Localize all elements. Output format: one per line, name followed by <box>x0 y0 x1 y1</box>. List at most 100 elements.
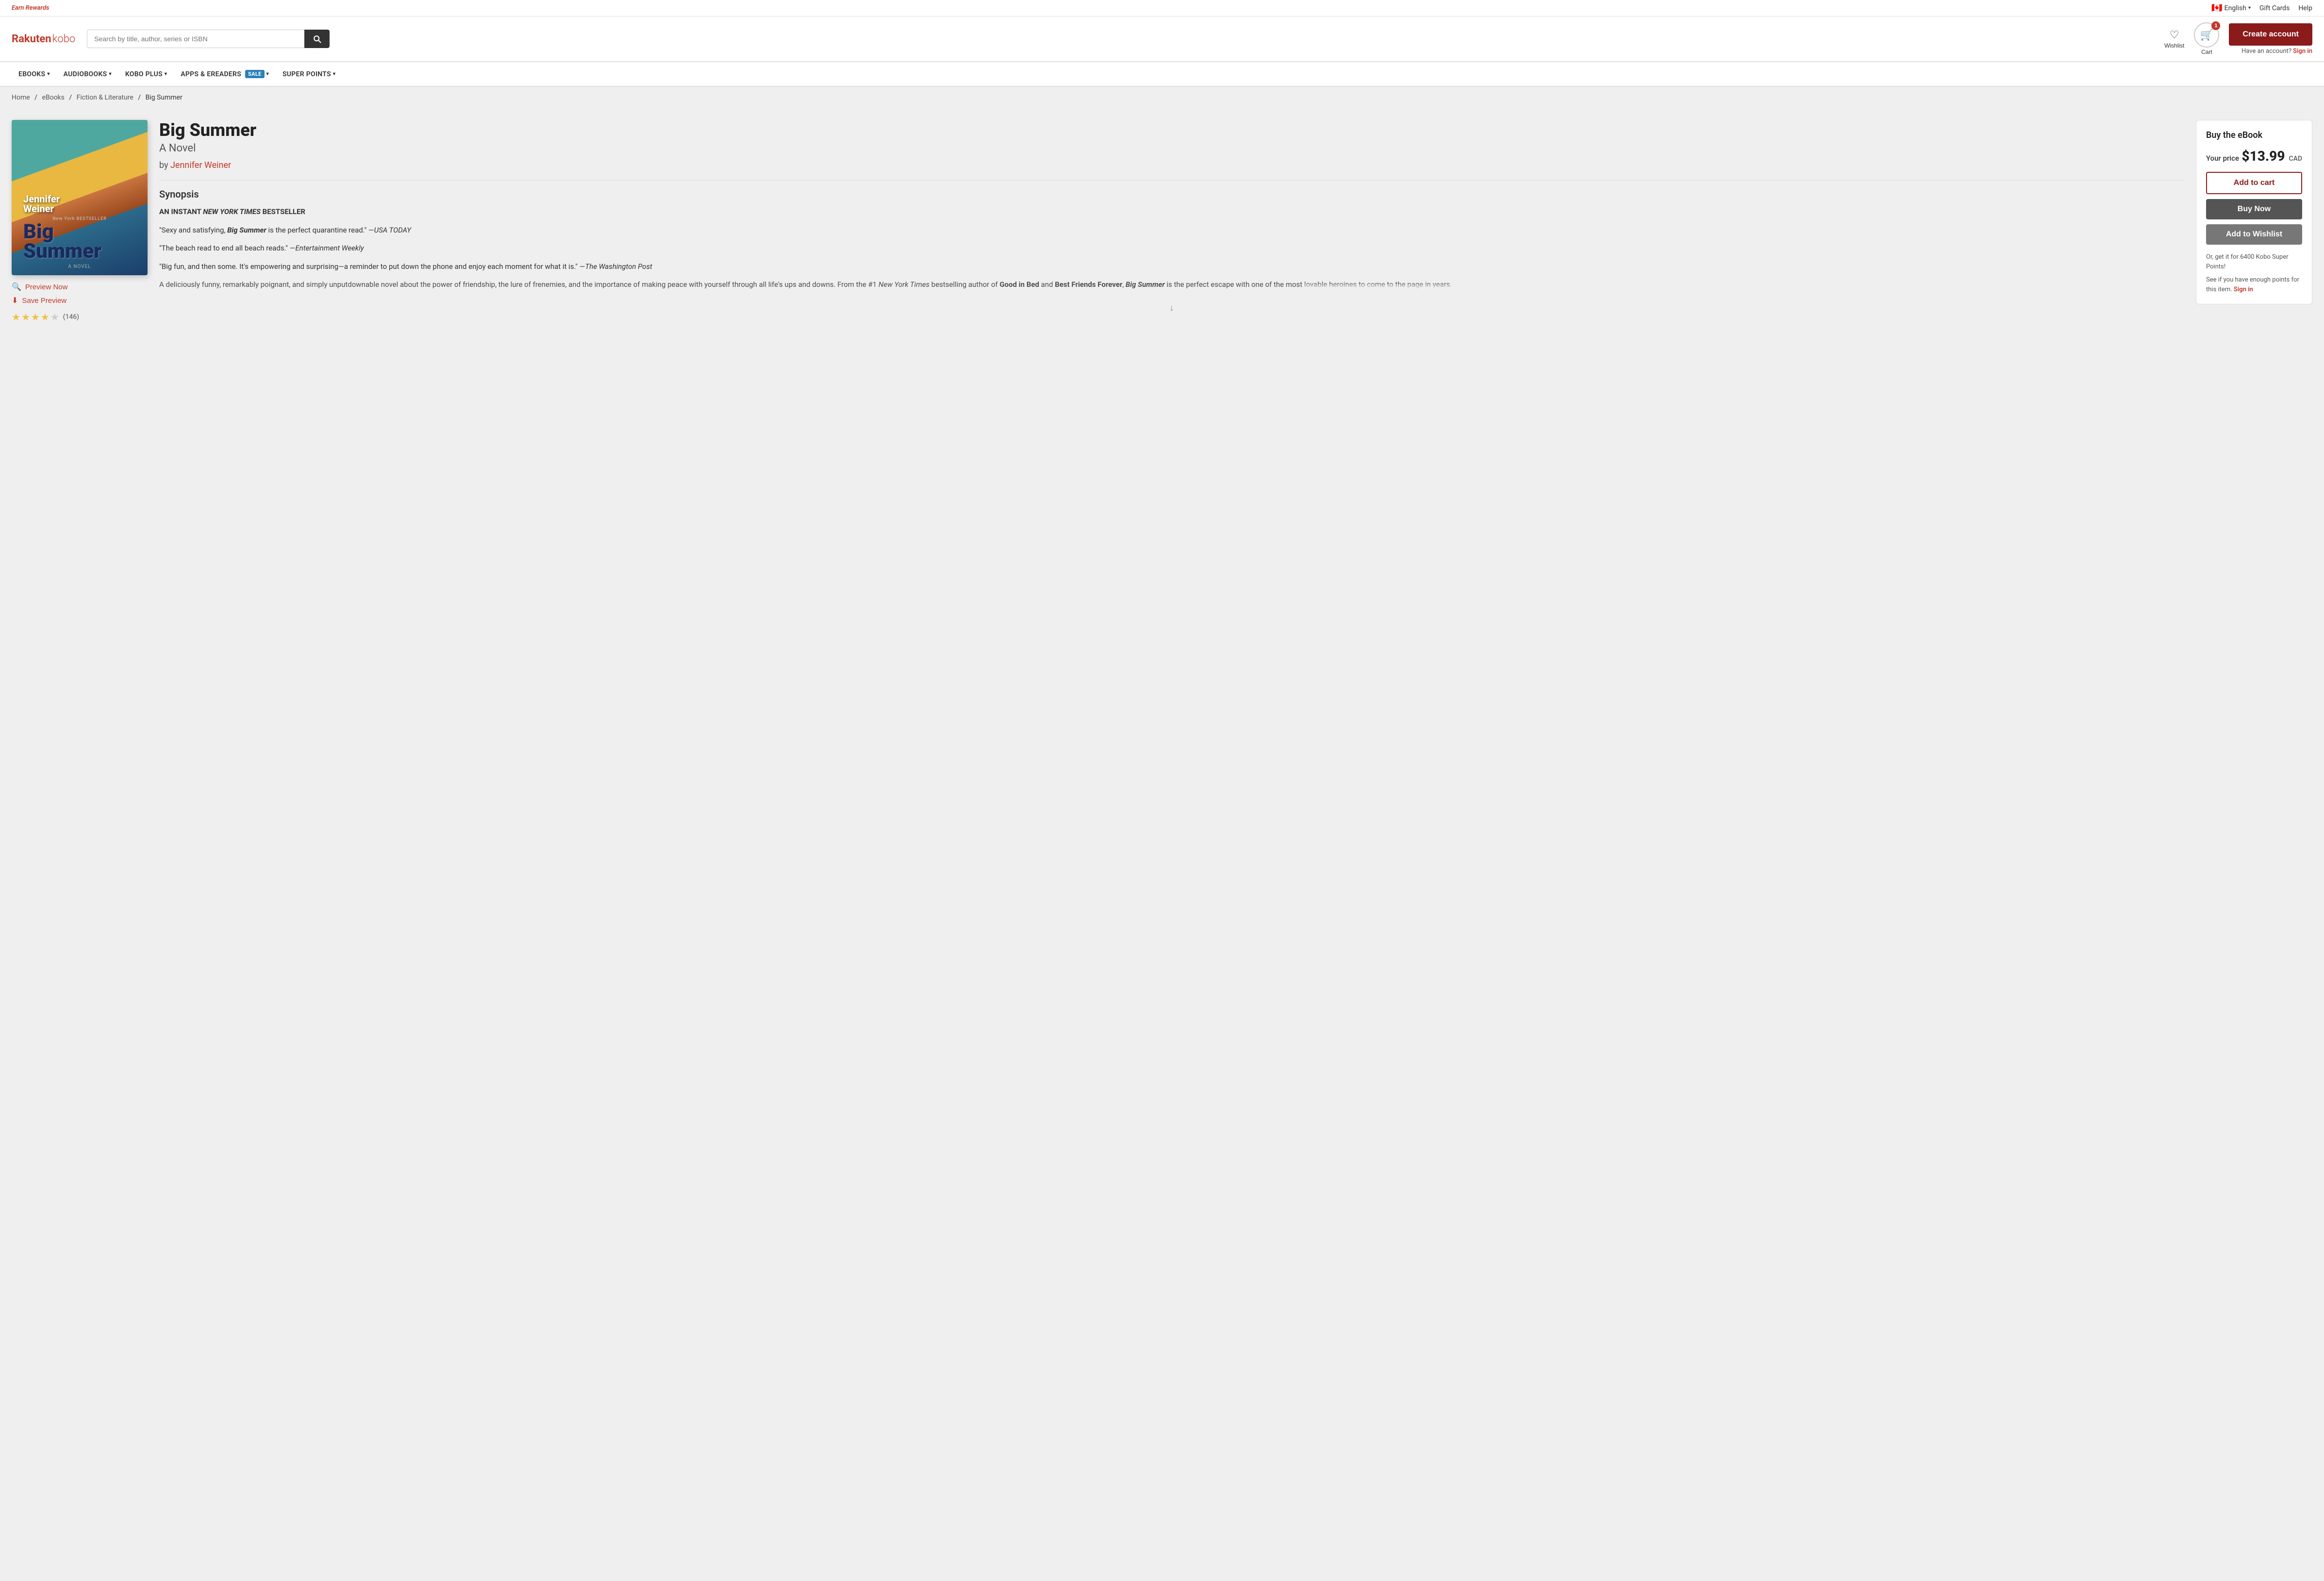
earn-rewards: Earn Rewards <box>12 4 50 12</box>
add-to-cart-button[interactable]: Add to cart <box>2206 172 2302 194</box>
cart-circle: 🛒 1 <box>2194 22 2219 48</box>
quote3: "Big fun, and then some. It's empowering… <box>159 261 2184 273</box>
synopsis-intro: AN INSTANT NEW YORK TIMES BESTSELLER <box>159 207 305 216</box>
points-sign-in-link[interactable]: Sign in <box>2234 286 2253 293</box>
have-account-text: Have an account? Sign in <box>2241 48 2312 55</box>
nav-ebooks-label: eBOOKS <box>18 70 45 78</box>
wishlist-button[interactable]: ♡ Wishlist <box>2164 29 2184 49</box>
chevron-down-icon: ▾ <box>165 71 167 77</box>
sign-in-link[interactable]: Sign in <box>2293 48 2312 55</box>
cart-badge: 1 <box>2211 21 2220 30</box>
search-icon: 🔍 <box>12 282 21 292</box>
top-bar-right: 🇨🇦 English ▾ Gift Cards Help <box>2211 3 2312 13</box>
main-content: JenniferWeiner New York BESTSELLER BigSu… <box>0 108 2324 399</box>
nav: eBOOKS ▾ AUDIOBOOKS ▾ KOBO PLUS ▾ APPS &… <box>0 62 2324 87</box>
author-link[interactable]: Jennifer Weiner <box>170 160 231 170</box>
star-2: ★ <box>21 311 30 323</box>
breadcrumb-home[interactable]: Home <box>12 94 30 101</box>
language-label: English <box>2224 4 2246 12</box>
nav-super-points-label: SUPER POINTS <box>282 70 331 78</box>
breadcrumb: Home / eBooks / Fiction & Literature / B… <box>0 87 2324 108</box>
divider <box>159 180 2184 181</box>
nav-kobo-plus[interactable]: KOBO PLUS ▾ <box>118 63 174 86</box>
language-selector[interactable]: 🇨🇦 English ▾ <box>2211 3 2251 13</box>
quote1: "Sexy and satisfying, Big Summer is the … <box>159 224 2184 237</box>
left-panel: JenniferWeiner New York BESTSELLER BigSu… <box>12 120 148 388</box>
kobo-points-text: Or, get it for 6400 Kobo Super Points! <box>2206 252 2302 271</box>
synopsis-body: A deliciously funny, remarkably poignant… <box>159 279 2184 291</box>
breadcrumb-current: Big Summer <box>146 94 183 101</box>
star-5: ★ <box>50 311 59 323</box>
book-subtitle: A Novel <box>159 142 2184 154</box>
header-actions: ♡ Wishlist 🛒 1 Cart Create account Have … <box>2164 22 2312 55</box>
star-4: ★ <box>41 311 50 323</box>
logo[interactable]: Rakuten kobo <box>12 33 75 45</box>
sale-badge: SALE <box>245 70 265 78</box>
synopsis-heading: Synopsis <box>159 188 2184 200</box>
cart-label: Cart <box>2201 49 2212 55</box>
points-sign-in: See if you have enough points for this i… <box>2206 275 2302 294</box>
save-preview-label: Save Preview <box>22 297 66 305</box>
top-bar: Earn Rewards 🇨🇦 English ▾ Gift Cards Hel… <box>0 0 2324 17</box>
wishlist-label: Wishlist <box>2164 42 2184 49</box>
chevron-down-icon: ▾ <box>47 71 50 77</box>
separator: / <box>138 94 141 101</box>
synopsis-text: AN INSTANT NEW YORK TIMES BESTSELLER "Se… <box>159 206 2184 291</box>
book-author: by Jennifer Weiner <box>159 160 2184 170</box>
preview-now-label: Preview Now <box>25 283 68 291</box>
price-display: $13.99 CAD <box>2241 148 2302 164</box>
chevron-down-icon: ▾ <box>109 71 111 77</box>
middle-content: Big Summer A Novel by Jennifer Weiner Sy… <box>159 120 2184 388</box>
nav-audiobooks[interactable]: AUDIOBOOKS ▾ <box>57 63 118 86</box>
nav-apps-label: APPS & eREADERS <box>181 70 241 78</box>
right-panel: Buy the eBook Your price $13.99 CAD Add … <box>2196 120 2312 388</box>
chevron-down-icon: ▾ <box>266 71 269 77</box>
create-account-section: Create account Have an account? Sign in <box>2229 23 2312 55</box>
star-1: ★ <box>12 311 20 323</box>
buy-title: Buy the eBook <box>2206 130 2302 140</box>
cover-title: BigSummer <box>23 222 136 261</box>
nav-ebooks[interactable]: eBOOKS ▾ <box>12 63 57 86</box>
scroll-down-arrow[interactable]: ↓ <box>159 297 2184 319</box>
price-row: Your price $13.99 CAD <box>2206 148 2302 164</box>
preview-actions: 🔍 Preview Now ⬇ Save Preview <box>12 282 148 305</box>
save-preview-button[interactable]: ⬇ Save Preview <box>12 296 148 305</box>
buy-now-button[interactable]: Buy Now <box>2206 199 2302 219</box>
breadcrumb-ebooks[interactable]: eBooks <box>42 94 64 101</box>
search-bar <box>87 30 330 48</box>
nav-apps-ereaders[interactable]: APPS & eREADERS SALE ▾ <box>174 62 276 86</box>
preview-now-button[interactable]: 🔍 Preview Now <box>12 282 148 292</box>
create-account-button[interactable]: Create account <box>2229 23 2312 46</box>
search-input[interactable] <box>87 30 304 48</box>
star-3: ★ <box>31 311 40 323</box>
your-price-label: Your price <box>2206 154 2239 163</box>
download-icon: ⬇ <box>12 296 18 305</box>
gift-cards-link[interactable]: Gift Cards <box>2259 4 2290 12</box>
help-link[interactable]: Help <box>2298 4 2312 12</box>
search-icon <box>312 34 322 44</box>
price-amount: $13.99 <box>2241 148 2285 164</box>
review-count: (146) <box>63 313 79 321</box>
cover-author-name: JenniferWeiner <box>23 194 136 214</box>
header: Rakuten kobo ♡ Wishlist 🛒 1 Cart Create … <box>0 17 2324 62</box>
breadcrumb-category[interactable]: Fiction & Literature <box>77 94 133 101</box>
star-rating: ★ ★ ★ ★ ★ (146) <box>12 311 148 323</box>
separator: / <box>34 94 37 101</box>
quote2: "The beach read to end all beach reads."… <box>159 242 2184 255</box>
separator: / <box>69 94 72 101</box>
currency-label: CAD <box>2289 155 2302 163</box>
book-cover-image: JenniferWeiner New York BESTSELLER BigSu… <box>12 120 148 275</box>
nav-audiobooks-label: AUDIOBOOKS <box>64 70 107 78</box>
buy-box: Buy the eBook Your price $13.99 CAD Add … <box>2196 120 2312 304</box>
chevron-down-icon: ▾ <box>333 71 335 77</box>
logo-kobo: kobo <box>52 33 76 45</box>
heart-icon: ♡ <box>2170 29 2179 41</box>
cart-button[interactable]: 🛒 1 Cart <box>2194 22 2219 55</box>
logo-rakuten: Rakuten <box>12 33 51 45</box>
add-to-wishlist-button[interactable]: Add to Wishlist <box>2206 224 2302 245</box>
flag-icon: 🇨🇦 <box>2211 3 2222 13</box>
search-button[interactable] <box>304 30 330 48</box>
nav-kobo-plus-label: KOBO PLUS <box>125 70 163 78</box>
nav-super-points[interactable]: SUPER POINTS ▾ <box>276 63 342 86</box>
cover-a-novel: A NOVEL <box>23 264 136 269</box>
